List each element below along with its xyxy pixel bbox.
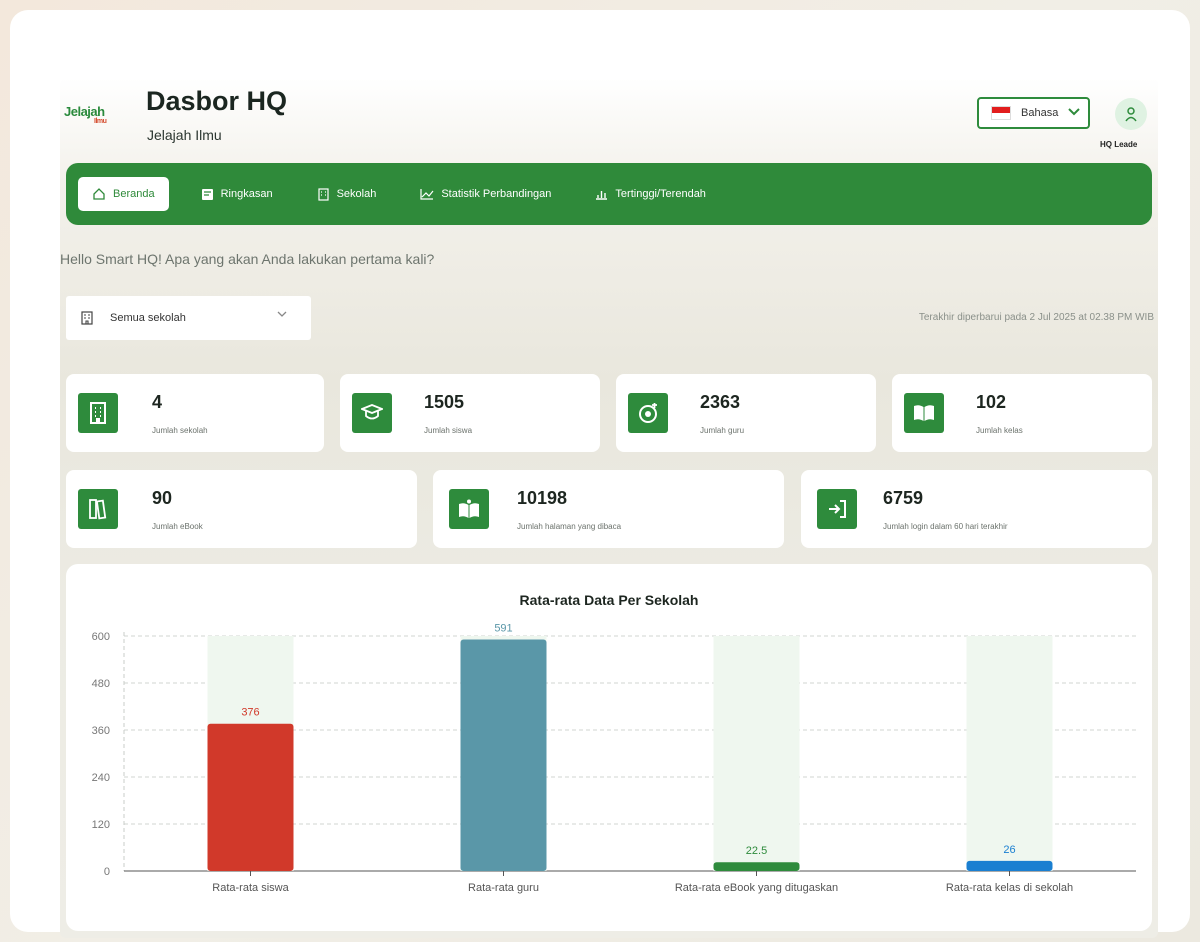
bar <box>966 860 1053 871</box>
tab-label: Sekolah <box>336 188 377 200</box>
stat-value: 4 <box>152 392 163 412</box>
greeting-text: Hello Smart HQ! Apa yang akan Anda lakuk… <box>60 251 435 267</box>
tab-beranda[interactable]: Beranda <box>78 177 169 211</box>
bar-chart-icon <box>596 191 608 200</box>
stat-label: Jumlah sekolah <box>152 426 208 435</box>
last-updated-text: Terakhir diperbarui pada 2 Jul 2025 at 0… <box>918 312 1154 323</box>
y-tick-label: 360 <box>92 725 110 737</box>
bar-background <box>966 636 1053 871</box>
stat-card-schools: 4 Jumlah sekolah <box>66 374 324 452</box>
tab-tertinggi[interactable]: Tertinggi/Terendah <box>595 188 706 200</box>
y-tick-label: 120 <box>92 819 110 831</box>
data-label: 376 <box>241 707 259 719</box>
x-tick-label: Rata-rata kelas di sekolah <box>946 882 1073 894</box>
building-icon <box>78 393 118 433</box>
stat-value: 1505 <box>424 392 465 412</box>
school-filter-select[interactable]: Semua sekolah <box>66 296 311 340</box>
tab-label: Beranda <box>113 188 155 200</box>
bar-background <box>713 636 800 871</box>
stat-label: Jumlah kelas <box>976 426 1023 435</box>
building-icon <box>317 187 329 201</box>
line-chart-icon <box>420 189 434 200</box>
y-tick-label: 600 <box>92 631 110 643</box>
graduation-cap-icon <box>352 393 392 433</box>
data-label: 591 <box>494 623 512 635</box>
tab-ringkasan[interactable]: Ringkasan <box>201 188 273 201</box>
language-selector[interactable]: Bahasa <box>977 97 1090 129</box>
logo: Jelajah Ilmu <box>64 104 124 134</box>
logo-text: Jelajah <box>64 104 105 119</box>
tab-statistik[interactable]: Statistik Perbandingan <box>420 188 551 200</box>
teacher-icon <box>628 393 668 433</box>
stat-label: Jumlah guru <box>700 426 745 435</box>
avatar[interactable] <box>1115 98 1147 130</box>
data-label: 22.5 <box>746 845 767 857</box>
stat-value: 102 <box>976 392 1007 412</box>
stat-card-classes: 102 Jumlah kelas <box>892 374 1152 452</box>
stat-label: Jumlah halaman yang dibaca <box>517 522 622 531</box>
stat-label: Jumlah siswa <box>424 426 473 435</box>
stat-value: 6759 <box>883 488 924 508</box>
language-label: Bahasa <box>1021 107 1059 119</box>
stat-card-students: 1505 Jumlah siswa <box>340 374 600 452</box>
data-label: 26 <box>1003 844 1015 856</box>
page-subtitle: Jelajah Ilmu <box>147 127 222 143</box>
x-tick-label: Rata-rata guru <box>468 882 539 894</box>
open-book-icon <box>904 393 944 433</box>
stat-card-pages-read: 10198 Jumlah halaman yang dibaca <box>433 470 784 548</box>
stat-card-ebooks: 90 Jumlah eBook <box>66 470 417 548</box>
bar <box>207 723 294 871</box>
y-tick-label: 240 <box>92 772 110 784</box>
stat-card-teachers: 2363 Jumlah guru <box>616 374 876 452</box>
main-nav: Beranda Ringkasan Sekolah Statistik Perb… <box>66 163 1152 225</box>
x-tick-label: Rata-rata siswa <box>212 882 289 894</box>
tab-sekolah[interactable]: Sekolah <box>317 187 377 201</box>
bar <box>460 639 547 871</box>
stat-value: 2363 <box>700 392 741 412</box>
flag-icon <box>991 106 1011 120</box>
page-frame: Jelajah Ilmu Dasbor HQ Jelajah Ilmu Baha… <box>10 10 1190 938</box>
y-tick-label: 480 <box>92 678 110 690</box>
tab-label: Ringkasan <box>220 188 273 200</box>
chevron-down-icon <box>1068 107 1081 119</box>
page-title: Dasbor HQ <box>146 86 288 116</box>
home-icon <box>93 188 105 200</box>
user-role: HQ Leade <box>1100 140 1138 149</box>
summary-icon <box>201 188 213 200</box>
login-icon <box>817 489 857 529</box>
stat-value: 10198 <box>517 488 568 508</box>
logo-sub: Ilmu <box>94 118 107 125</box>
x-tick-label: Rata-rata eBook yang ditugaskan <box>675 882 838 894</box>
reading-icon <box>449 489 489 529</box>
stat-label: Jumlah login dalam 60 hari terakhir <box>883 522 1008 531</box>
school-filter-value: Semua sekolah <box>110 312 186 324</box>
bar-chart: 0 120 240 360 480 600 376 Rata-rata siswa 591 Rat… <box>92 623 1136 894</box>
building-icon <box>81 311 93 325</box>
tab-label: Tertinggi/Terendah <box>615 188 706 200</box>
books-icon <box>78 489 118 529</box>
dashboard-app: Jelajah Ilmu Dasbor HQ Jelajah Ilmu Baha… <box>60 78 1158 938</box>
chevron-down-icon <box>277 309 287 321</box>
stat-label: Jumlah eBook <box>152 522 203 531</box>
bar <box>713 862 800 871</box>
stat-value: 90 <box>152 488 173 508</box>
user-icon <box>1125 107 1137 122</box>
average-per-school-chart: Rata-rata Data Per Sekolah 0 120 240 360 480… <box>66 564 1152 931</box>
stat-card-logins: 6759 Jumlah login dalam 60 hari terakhir <box>801 470 1152 548</box>
tab-label: Statistik Perbandingan <box>441 188 552 200</box>
y-tick-label: 0 <box>104 866 110 878</box>
